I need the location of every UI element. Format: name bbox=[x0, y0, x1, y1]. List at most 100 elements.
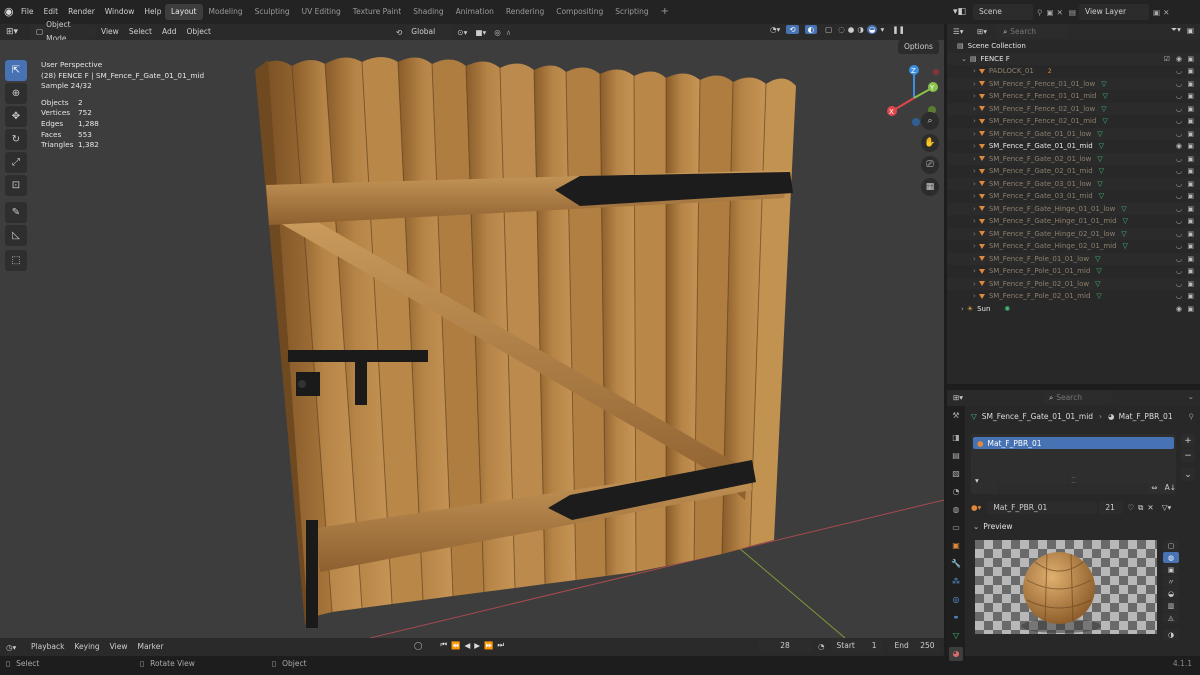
render-tab-icon[interactable]: ◨ bbox=[949, 431, 963, 445]
jump-end-icon[interactable]: ⏭ bbox=[497, 640, 504, 650]
preview-cube-icon[interactable]: ▣ bbox=[1163, 564, 1179, 575]
xray-icon[interactable]: ▢ bbox=[825, 25, 832, 34]
expand-arrow-icon[interactable]: › bbox=[973, 105, 976, 113]
outliner-row-object[interactable]: › SM_Fence_F_Gate_03_01_mid ▽ ◡ ▣ bbox=[947, 190, 1200, 203]
expand-arrow-icon[interactable]: › bbox=[973, 267, 976, 275]
outliner-search-input[interactable]: ⌕ Search bbox=[997, 25, 1068, 38]
outliner-row-object[interactable]: › SM_Fence_F_Gate_Hinge_01_01_low ▽ ◡ ▣ bbox=[947, 202, 1200, 215]
render-camera-icon[interactable]: ▣ bbox=[1187, 67, 1194, 75]
sort-alpha-icon[interactable]: A↓ bbox=[1165, 483, 1176, 494]
options-button[interactable]: Options bbox=[898, 40, 939, 54]
remove-scene-icon[interactable]: ✕ bbox=[1057, 8, 1063, 17]
outliner-row-object[interactable]: › SM_Fence_F_Gate_02_01_low ▽ ◡ ▣ bbox=[947, 152, 1200, 165]
preview-fluid-icon[interactable]: ◬ bbox=[1163, 612, 1179, 623]
properties-options-icon[interactable]: ⌄ bbox=[1188, 392, 1194, 401]
expand-arrow-icon[interactable]: › bbox=[973, 180, 976, 188]
viewport-menu-add[interactable]: Add bbox=[157, 25, 182, 39]
outliner-row-object[interactable]: › SM_Fence_F_Fence_01_01_mid ▽ ◡ ▣ bbox=[947, 90, 1200, 103]
blender-logo-icon[interactable]: ◉ bbox=[4, 6, 16, 18]
tab-uv-editing[interactable]: UV Editing bbox=[296, 4, 347, 20]
preview-monkey-icon[interactable]: ◒ bbox=[1163, 588, 1179, 599]
render-camera-icon[interactable]: ▣ bbox=[1187, 180, 1194, 188]
cursor-tool-icon[interactable]: ⊕ bbox=[5, 83, 27, 104]
timeline-editor-icon[interactable]: ◷▾ bbox=[6, 643, 26, 652]
outliner-row-object[interactable]: › SM_Fence_F_Gate_02_01_mid ▽ ◡ ▣ bbox=[947, 165, 1200, 178]
shading-options-icon[interactable]: ▾ bbox=[880, 25, 884, 34]
hidden-eye-icon[interactable]: ◡ bbox=[1176, 205, 1182, 213]
transform-tool-icon[interactable]: ⊡ bbox=[5, 175, 27, 196]
hidden-eye-icon[interactable]: ◡ bbox=[1176, 92, 1182, 100]
hidden-eye-icon[interactable]: ◡ bbox=[1176, 267, 1182, 275]
tab-shading[interactable]: Shading bbox=[407, 4, 449, 20]
hidden-eye-icon[interactable]: ◡ bbox=[1176, 155, 1182, 163]
outliner-row-scene-collection[interactable]: ▤ Scene Collection bbox=[947, 40, 1200, 53]
expand-arrow-icon[interactable]: › bbox=[973, 230, 976, 238]
hidden-eye-icon[interactable]: ◡ bbox=[1176, 230, 1182, 238]
editor-type-icon[interactable]: ⊞▾ bbox=[6, 27, 26, 37]
outliner-row-object[interactable]: › SM_Fence_F_Pole_02_01_mid ▽ ◡ ▣ bbox=[947, 290, 1200, 303]
jump-start-icon[interactable]: ⏮ bbox=[440, 640, 447, 650]
browse-material-icon[interactable]: ●▾ bbox=[971, 503, 981, 512]
timeline-menu-view[interactable]: View bbox=[105, 639, 133, 655]
expand-arrow-icon[interactable]: › bbox=[973, 67, 976, 75]
timeline-menu-playback[interactable]: Playback bbox=[26, 639, 69, 655]
add-slot-icon[interactable]: + bbox=[1181, 434, 1195, 447]
render-camera-icon[interactable]: ▣ bbox=[1187, 130, 1194, 138]
duplicate-material-icon[interactable]: ⧉ bbox=[1138, 503, 1143, 513]
outliner-editor-icon[interactable]: ☰▾ bbox=[953, 27, 971, 36]
preview-world-icon[interactable]: ◑ bbox=[1163, 629, 1179, 640]
hidden-eye-icon[interactable]: ◡ bbox=[1176, 67, 1182, 75]
camera-view-icon[interactable]: ⎚ bbox=[921, 156, 939, 174]
expand-arrow-icon[interactable]: › bbox=[973, 92, 976, 100]
menu-file[interactable]: File bbox=[16, 0, 39, 24]
render-camera-icon[interactable]: ▣ bbox=[1187, 80, 1194, 88]
physics-tab-icon[interactable]: ◎ bbox=[949, 593, 963, 607]
shading-material-icon[interactable]: ◑ bbox=[857, 25, 864, 34]
gizmo-toggle-icon[interactable]: ⟲ bbox=[786, 25, 799, 34]
world-tab-icon[interactable]: ◍ bbox=[949, 503, 963, 517]
render-camera-icon[interactable]: ▣ bbox=[1187, 280, 1194, 288]
slot-specials-icon[interactable]: ⌄ bbox=[1181, 468, 1195, 481]
render-camera-icon[interactable]: ▣ bbox=[1187, 205, 1194, 213]
hidden-eye-icon[interactable]: ◡ bbox=[1176, 255, 1182, 263]
play-icon[interactable]: ▶ bbox=[474, 641, 480, 650]
outliner-row-object[interactable]: › SM_Fence_F_Pole_01_01_low ▽ ◡ ▣ bbox=[947, 252, 1200, 265]
properties-search-input[interactable]: ⌕ Search bbox=[1043, 391, 1113, 404]
shading-rendered-icon[interactable]: ◒ bbox=[866, 25, 878, 34]
view-layer-selector[interactable]: View Layer bbox=[1078, 4, 1149, 20]
expand-arrow-icon[interactable]: › bbox=[973, 117, 976, 125]
hidden-eye-icon[interactable]: ◡ bbox=[1176, 192, 1182, 200]
next-keyframe-icon[interactable]: ⏩ bbox=[484, 641, 493, 650]
outliner-row-sun[interactable]: › ☀ Sun ✺ ◉ ▣ bbox=[947, 303, 1200, 316]
pin-properties-icon[interactable]: ⚲ bbox=[1189, 412, 1195, 421]
tab-sculpting[interactable]: Sculpting bbox=[249, 4, 296, 20]
exclude-checkbox-icon[interactable]: ☑ bbox=[1164, 55, 1170, 63]
scene-icon[interactable]: ▾◧ bbox=[953, 7, 971, 17]
outliner-row-object[interactable]: › SM_Fence_F_Gate_01_01_low ▽ ◡ ▣ bbox=[947, 127, 1200, 140]
falloff-icon[interactable]: ∧ bbox=[506, 28, 512, 37]
hidden-eye-icon[interactable]: ◡ bbox=[1176, 117, 1182, 125]
link-data-icon[interactable]: ▽▾ bbox=[1162, 503, 1172, 512]
expand-arrow-icon[interactable]: ⌄ bbox=[961, 55, 967, 63]
visibility-eye-icon[interactable]: ◉ bbox=[1176, 305, 1182, 313]
outliner-row-object[interactable]: › SM_Fence_F_Gate_Hinge_01_01_mid ▽ ◡ ▣ bbox=[947, 215, 1200, 228]
render-camera-icon[interactable]: ▣ bbox=[1187, 292, 1194, 300]
outliner-display-icon[interactable]: ⊞▾ bbox=[977, 27, 987, 36]
fake-user-icon[interactable]: ♡ bbox=[1127, 503, 1134, 512]
viewport-menu-select[interactable]: Select bbox=[124, 25, 157, 39]
render-camera-icon[interactable]: ▣ bbox=[1187, 255, 1194, 263]
sort-icon[interactable]: ⇔ bbox=[1151, 483, 1157, 494]
proportional-edit-icon[interactable]: ◎ bbox=[494, 28, 501, 37]
data-tab-icon[interactable]: ▽ bbox=[949, 629, 963, 643]
shading-solid-icon[interactable]: ● bbox=[848, 25, 855, 34]
tab-animation[interactable]: Animation bbox=[450, 4, 500, 20]
expand-arrow-icon[interactable]: › bbox=[973, 292, 976, 300]
render-camera-icon[interactable]: ▣ bbox=[1187, 92, 1194, 100]
outliner-row-fence-f[interactable]: ⌄ ▤ FENCE F ☑ ◉ ▣ bbox=[947, 52, 1200, 65]
material-slot-row[interactable]: ● Mat_F_PBR_01 bbox=[973, 437, 1174, 449]
view-layer-icon[interactable]: ▤ bbox=[1069, 8, 1076, 17]
render-camera-icon[interactable]: ▣ bbox=[1187, 192, 1194, 200]
timeline-menu-marker[interactable]: Marker bbox=[132, 639, 168, 655]
ortho-grid-icon[interactable]: ▦ bbox=[921, 178, 939, 196]
hidden-eye-icon[interactable]: ◡ bbox=[1176, 242, 1182, 250]
